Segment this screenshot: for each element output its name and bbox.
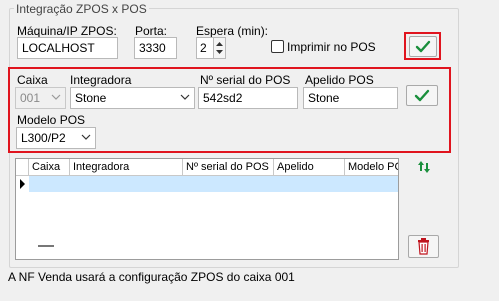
up-down-arrows-icon <box>418 161 430 173</box>
port-input[interactable]: 3330 <box>134 37 177 59</box>
column-header-apelido[interactable]: Apelido <box>274 159 345 176</box>
column-header-modelo[interactable]: Modelo PC <box>345 159 398 176</box>
apelido-label: Apelido POS <box>305 73 374 87</box>
trash-icon <box>418 238 429 255</box>
wait-spinner[interactable] <box>213 37 226 59</box>
modelo-select[interactable]: L300/P2 <box>16 127 96 149</box>
column-header-integradora[interactable]: Integradora <box>70 159 183 176</box>
modelo-value: L300/P2 <box>21 131 66 145</box>
print-on-pos-checkbox[interactable] <box>271 40 284 53</box>
serial-label: Nº serial do POS <box>200 73 291 87</box>
integradora-label: Integradora <box>70 73 132 87</box>
spinner-arrows-icon <box>216 42 223 54</box>
table-row[interactable] <box>29 176 398 192</box>
check-icon <box>415 40 431 53</box>
confirm-config-button[interactable] <box>409 36 437 57</box>
horizontal-scrollbar[interactable] <box>38 245 54 247</box>
print-on-pos-label: Imprimir no POS <box>287 40 376 54</box>
chevron-down-icon <box>81 134 91 140</box>
wait-label: Espera (min): <box>196 24 269 38</box>
serial-input[interactable]: 542sd2 <box>198 87 298 109</box>
apelido-input[interactable]: Stone <box>303 87 398 109</box>
row-indicator <box>16 176 30 192</box>
chevron-down-icon <box>51 94 61 100</box>
group-title: Integração ZPOS x POS <box>14 2 149 16</box>
check-icon <box>414 89 430 102</box>
row-indicator-header <box>16 159 29 176</box>
row-pointer-icon <box>20 179 25 189</box>
modelo-label: Modelo POS <box>17 113 86 127</box>
add-pos-button[interactable] <box>406 85 438 106</box>
machine-label: Máquina/IP ZPOS: <box>17 24 117 38</box>
caixa-label: Caixa <box>17 73 48 87</box>
column-header-serial[interactable]: Nº serial do POS <box>183 159 274 176</box>
integradora-select[interactable]: Stone <box>70 87 195 109</box>
sort-button[interactable] <box>412 158 436 176</box>
pos-grid[interactable]: Caixa Integradora Nº serial do POS Apeli… <box>15 158 399 260</box>
wait-minutes-input[interactable]: 2 <box>196 37 214 59</box>
integradora-value: Stone <box>75 91 107 105</box>
footer-note: A NF Venda usará a configuração ZPOS do … <box>8 270 295 284</box>
caixa-select[interactable]: 001 <box>15 87 66 109</box>
column-header-caixa[interactable]: Caixa <box>29 159 70 176</box>
port-label: Porta: <box>135 24 168 38</box>
caixa-value: 001 <box>20 91 41 105</box>
delete-pos-button[interactable] <box>408 235 439 258</box>
chevron-down-icon <box>180 94 190 100</box>
machine-ip-input[interactable]: LOCALHOST <box>17 37 118 59</box>
